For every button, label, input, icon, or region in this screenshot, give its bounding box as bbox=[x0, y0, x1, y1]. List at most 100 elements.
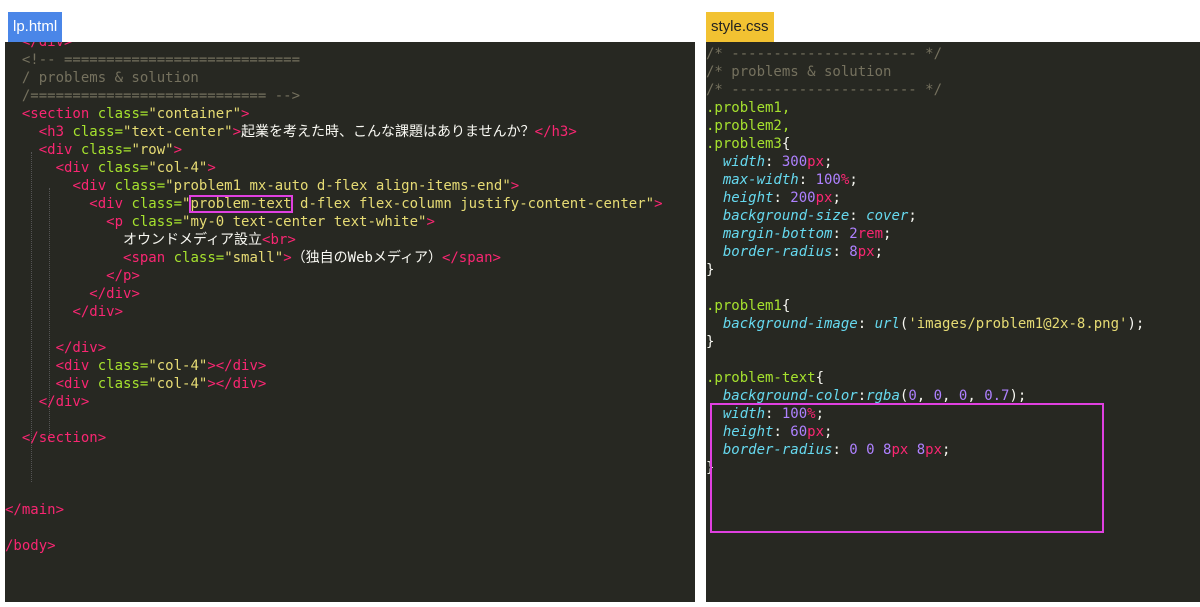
css-highlight-box bbox=[710, 403, 1104, 533]
code-token: .problem-text bbox=[706, 370, 816, 386]
code-token: </section> bbox=[21, 430, 107, 446]
code-line: } bbox=[706, 261, 1200, 279]
code-line: margin-bottom: 2rem; bbox=[706, 225, 1200, 243]
code-line: </div> bbox=[5, 303, 695, 321]
code-token: { bbox=[815, 370, 825, 386]
code-token: } bbox=[706, 262, 715, 278]
code-token: <div bbox=[55, 160, 90, 176]
code-token: オウンドメディア設立 bbox=[5, 232, 263, 248]
code-line: .problem1, bbox=[706, 99, 1200, 117]
code-line: } bbox=[706, 333, 1200, 351]
tab-lp-html[interactable]: lp.html bbox=[8, 12, 63, 42]
code-token: </div> bbox=[5, 42, 73, 50]
code-token: { bbox=[781, 136, 791, 152]
code-token: : bbox=[798, 172, 816, 188]
code-token: d-flex flex-column justify-content-cente… bbox=[291, 196, 655, 212]
code-token: 200 bbox=[790, 190, 816, 206]
code-line: </p> bbox=[5, 267, 695, 285]
code-token: （独自のWebメディア） bbox=[291, 250, 442, 266]
code-token: ; bbox=[849, 172, 858, 188]
tab-style-css[interactable]: style.css bbox=[706, 12, 774, 42]
code-token: class= bbox=[89, 106, 149, 122]
code-line: </div> bbox=[5, 42, 695, 51]
code-token: "col-4" bbox=[148, 376, 208, 392]
css-editor-panel[interactable]: /* ---------------------- */ /* problems … bbox=[706, 42, 1200, 602]
code-token: <div bbox=[72, 178, 107, 194]
code-line: <h3 class="text-center">起業を考えた時、こんな課題はあり… bbox=[5, 123, 695, 141]
code-token: px bbox=[857, 244, 875, 260]
code-token: max-width bbox=[722, 172, 799, 188]
code-line: <div class="problem1 mx-auto d-flex alig… bbox=[5, 177, 695, 195]
code-token: <h3 bbox=[38, 124, 65, 140]
code-token: ></div> bbox=[207, 376, 267, 392]
code-token: , bbox=[942, 388, 959, 404]
code-line: <div class="col-4"> bbox=[5, 159, 695, 177]
code-token: .problem1, bbox=[706, 100, 791, 116]
code-token: /* ---------------------- */ bbox=[706, 82, 943, 98]
code-line: </main> bbox=[5, 501, 695, 519]
code-token: ); bbox=[1009, 388, 1027, 404]
code-token: "text-center" bbox=[123, 124, 233, 140]
code-line: border-radius: 8px; bbox=[706, 243, 1200, 261]
code-token: class= bbox=[106, 178, 166, 194]
code-token: , bbox=[967, 388, 985, 404]
code-token: .problem2, bbox=[706, 118, 791, 134]
code-token: , bbox=[916, 388, 934, 404]
code-token: /body> bbox=[5, 538, 56, 554]
code-token: ; bbox=[883, 226, 892, 242]
code-token: "col-4" bbox=[148, 358, 208, 374]
code-token: > bbox=[654, 196, 663, 212]
code-token: <span bbox=[123, 250, 166, 266]
code-token: <div bbox=[55, 376, 90, 392]
code-token: rem bbox=[857, 226, 884, 242]
code-line: <div class="problem-text d-flex flex-col… bbox=[5, 195, 695, 213]
code-line: <p class="my-0 text-center text-white"> bbox=[5, 213, 695, 231]
code-token: 'images/problem1@2x-8.png' bbox=[908, 316, 1128, 332]
code-token: 0 bbox=[908, 388, 917, 404]
code-token: <div bbox=[38, 142, 73, 158]
code-token: width bbox=[722, 154, 766, 170]
code-token: px bbox=[815, 190, 833, 206]
html-editor-panel[interactable]: </div> <!-- ============================… bbox=[5, 42, 695, 602]
code-token: background-size bbox=[722, 208, 850, 224]
code-token: height bbox=[722, 190, 774, 206]
code-token: class= bbox=[123, 214, 183, 230]
code-token: class= bbox=[72, 142, 132, 158]
code-token: ></div> bbox=[207, 358, 267, 374]
code-line: <section class="container"> bbox=[5, 105, 695, 123]
code-token: </div> bbox=[55, 340, 107, 356]
code-token: "my-0 text-center text-white" bbox=[182, 214, 427, 230]
code-token: class= bbox=[165, 250, 225, 266]
code-token: class= bbox=[89, 160, 149, 176]
code-token: <div bbox=[89, 196, 124, 212]
code-token: 0 bbox=[933, 388, 943, 404]
code-line: background-image: url('images/problem1@2… bbox=[706, 315, 1200, 333]
code-token: /============================ --> bbox=[5, 88, 301, 104]
code-line: .problem-text{ bbox=[706, 369, 1200, 387]
code-token: : bbox=[773, 190, 791, 206]
code-token: > bbox=[426, 214, 435, 230]
code-line: / problems & solution bbox=[5, 69, 695, 87]
code-token: </main> bbox=[5, 502, 65, 518]
code-token: cover bbox=[866, 208, 909, 224]
code-token: > bbox=[283, 250, 292, 266]
code-token: class= bbox=[89, 358, 149, 374]
code-line: .problem1{ bbox=[706, 297, 1200, 315]
code-line: </div> bbox=[5, 339, 695, 357]
code-token: rgba bbox=[866, 388, 900, 404]
code-token: <div bbox=[55, 358, 90, 374]
